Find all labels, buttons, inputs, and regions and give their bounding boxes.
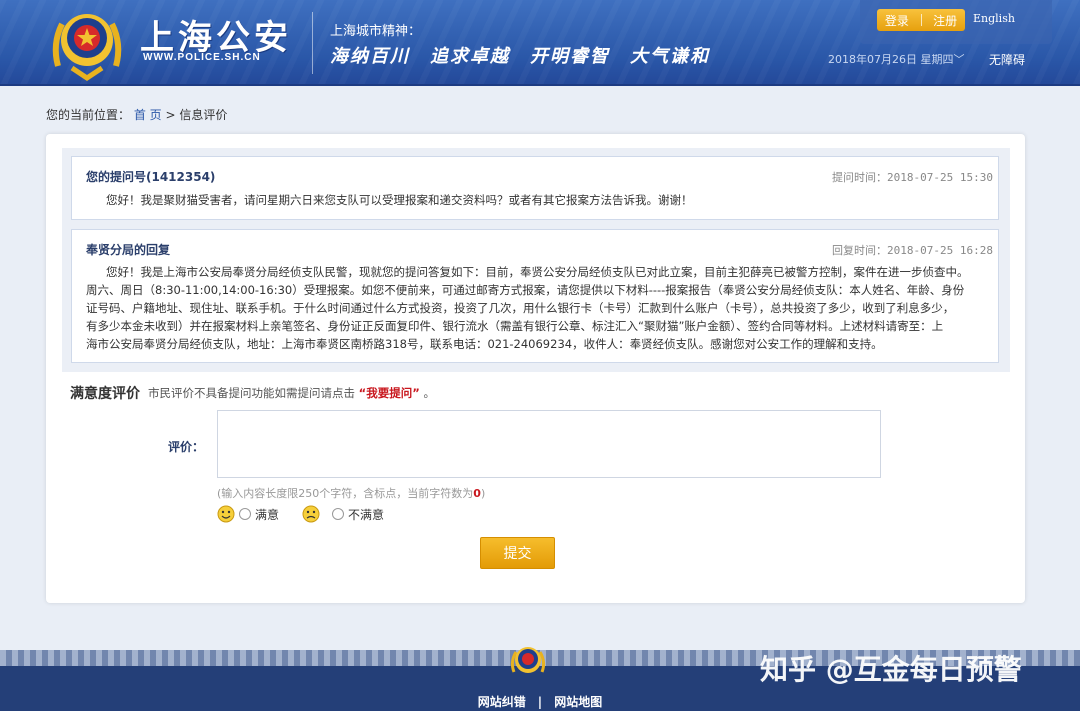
ask-question-link[interactable]: “我要提问” bbox=[359, 386, 420, 400]
watermark-text: 知乎 @互金每日预警 bbox=[760, 653, 1022, 686]
reply-line-5: 海市公安局奉贤分局经侦支队，地址：上海市奉贤区南桥路318号，联系电话：021-… bbox=[86, 337, 883, 351]
site-url: WWW.POLICE.SH.CN bbox=[143, 52, 261, 63]
site-error-link[interactable]: 网站纠错 bbox=[472, 695, 532, 709]
footer-emblem-icon bbox=[510, 647, 546, 673]
accessibility-link[interactable]: 无障碍 bbox=[989, 51, 1025, 68]
evaluation-input[interactable] bbox=[217, 410, 881, 478]
unsatisfied-radio[interactable] bbox=[332, 508, 344, 520]
slogan-4: 大气谦和 bbox=[630, 46, 710, 67]
sad-face-icon bbox=[302, 505, 320, 523]
satisfied-label: 满意 bbox=[255, 507, 280, 522]
reply-line-4: 有多少本金未收到）并在报案材料上亲笔签名、身份证正反面复印件、银行流水（需盖有银… bbox=[86, 319, 944, 333]
register-button[interactable]: 注册 bbox=[929, 12, 961, 29]
breadcrumb-label: 您的当前位置： bbox=[46, 108, 131, 122]
note-suffix: 。 bbox=[423, 386, 435, 400]
login-divider bbox=[920, 14, 922, 26]
submit-button[interactable]: 提交 bbox=[480, 537, 555, 569]
city-spirit-slogans: 海纳百川 追求卓越 开明睿智 大气谦和 bbox=[330, 42, 710, 68]
police-emblem-icon[interactable] bbox=[48, 4, 126, 84]
character-count: 0 bbox=[473, 487, 481, 500]
footer-separator: | bbox=[537, 695, 543, 709]
english-link[interactable]: English bbox=[973, 12, 1015, 25]
breadcrumb-current: 信息评价 bbox=[179, 108, 228, 122]
reply-text: 您好！我是上海市公安局奉贤分局经侦支队民警，现就您的提问答复如下：目前，奉贤公安… bbox=[86, 263, 986, 353]
question-time: 提问时间：2018-07-25 15:30 bbox=[832, 171, 993, 184]
rating-unsatisfied[interactable]: 不满意 bbox=[302, 505, 384, 523]
chevron-down-icon: ﹀ bbox=[953, 53, 965, 66]
date-text: 2018年07月26日 星期四 bbox=[828, 53, 954, 66]
character-count-hint: (输入内容长度限250个字符，含标点，当前字符数为0) bbox=[217, 485, 485, 501]
slogan-3: 开明睿智 bbox=[530, 46, 610, 67]
evaluation-label: 评价： bbox=[168, 440, 205, 454]
satisfaction-note: 市民评价不具备提问功能如需提问请点击 “我要提问” 。 bbox=[148, 385, 435, 401]
slogan-2: 追求卓越 bbox=[430, 46, 510, 67]
login-register-group: 登录 注册 bbox=[877, 9, 965, 31]
login-button[interactable]: 登录 bbox=[881, 12, 913, 29]
happy-face-icon bbox=[217, 505, 235, 523]
note-prefix: 市民评价不具备提问功能如需提问请点击 bbox=[148, 386, 355, 400]
question-text: 您好！我是聚财猫受害者，请问星期六日来您支队可以受理报案和递交资料吗？或者有其它… bbox=[106, 193, 693, 207]
reply-line-2: 周六、周日（8:30-11:00,14:00-16:30）受理报案。如您不便前来… bbox=[86, 283, 965, 297]
slogan-1: 海纳百川 bbox=[330, 46, 410, 67]
reply-title: 奉贤分局的回复 bbox=[86, 243, 171, 257]
satisfied-radio[interactable] bbox=[239, 508, 251, 520]
rating-satisfied[interactable]: 满意 bbox=[217, 505, 279, 523]
question-card bbox=[71, 156, 999, 220]
breadcrumb-separator: > bbox=[165, 108, 176, 122]
hint-suffix: ) bbox=[480, 487, 486, 500]
unsatisfied-label: 不满意 bbox=[348, 507, 385, 522]
breadcrumb-home-link[interactable]: 首 页 bbox=[134, 108, 162, 122]
reply-line-3: 证号码、户籍地址、现住址、联系手机。于什么时间通过什么方式投资，投资了几次，用什… bbox=[86, 301, 955, 315]
current-date[interactable]: 2018年07月26日 星期四﹀ bbox=[828, 51, 965, 67]
reply-line-1: 您好！我是上海市公安局奉贤分局经侦支队民警，现就您的提问答复如下：目前，奉贤公安… bbox=[106, 265, 969, 279]
city-spirit-label: 上海城市精神： bbox=[330, 24, 422, 39]
satisfaction-title: 满意度评价 bbox=[70, 386, 140, 402]
hint-prefix: (输入内容长度限250个字符，含标点，当前字符数为 bbox=[217, 487, 474, 500]
breadcrumb: 您的当前位置： 首 页 > 信息评价 bbox=[46, 106, 227, 123]
header-divider bbox=[312, 12, 313, 74]
question-title: 您的提问号(1412354) bbox=[86, 170, 216, 184]
site-map-link[interactable]: 网站地图 bbox=[548, 695, 608, 709]
footer-links: 网站纠错 | 网站地图 bbox=[0, 693, 1080, 710]
reply-time: 回复时间：2018-07-25 16:28 bbox=[832, 244, 993, 257]
